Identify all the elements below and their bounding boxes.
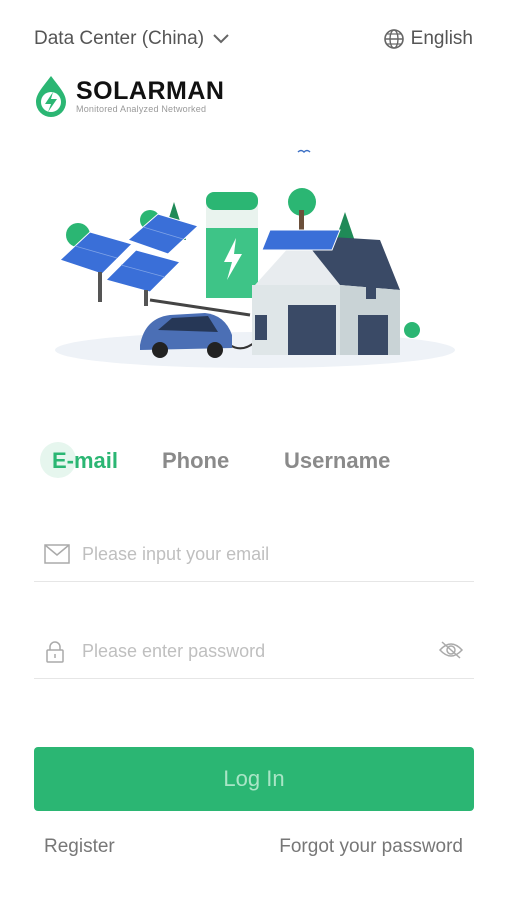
data-center-selector[interactable]: Data Center (China)	[34, 28, 230, 50]
brand-tagline: Monitored Analyzed Networked	[76, 104, 207, 114]
solarman-logo-icon	[36, 76, 66, 117]
email-input[interactable]	[82, 535, 422, 573]
brand-name: SOLARMAN	[76, 77, 225, 105]
data-center-label: Data Center (China)	[34, 28, 205, 49]
language-label: English	[410, 28, 473, 49]
register-link[interactable]: Register	[44, 836, 115, 858]
mail-icon	[44, 544, 70, 564]
globe-icon	[383, 29, 404, 49]
chevron-down-icon	[213, 34, 229, 44]
eye-off-icon[interactable]	[438, 640, 464, 660]
email-field-row	[34, 527, 474, 582]
login-method-tabs: E-mail Phone Username	[0, 440, 507, 484]
password-input[interactable]	[82, 632, 422, 670]
tab-phone[interactable]: Phone	[162, 440, 229, 482]
tab-email[interactable]: E-mail	[52, 440, 118, 482]
solar-house-illustration	[55, 149, 455, 368]
tab-username[interactable]: Username	[284, 440, 390, 482]
language-selector[interactable]: English	[383, 28, 473, 50]
lock-icon	[46, 641, 64, 663]
forgot-password-link[interactable]: Forgot your password	[279, 836, 463, 858]
login-button[interactable]: Log In	[34, 747, 474, 811]
brand-logo: SOLARMAN Monitored Analyzed Networked	[32, 74, 224, 118]
top-bar: Data Center (China) English	[0, 0, 507, 80]
password-field-row	[34, 624, 474, 679]
